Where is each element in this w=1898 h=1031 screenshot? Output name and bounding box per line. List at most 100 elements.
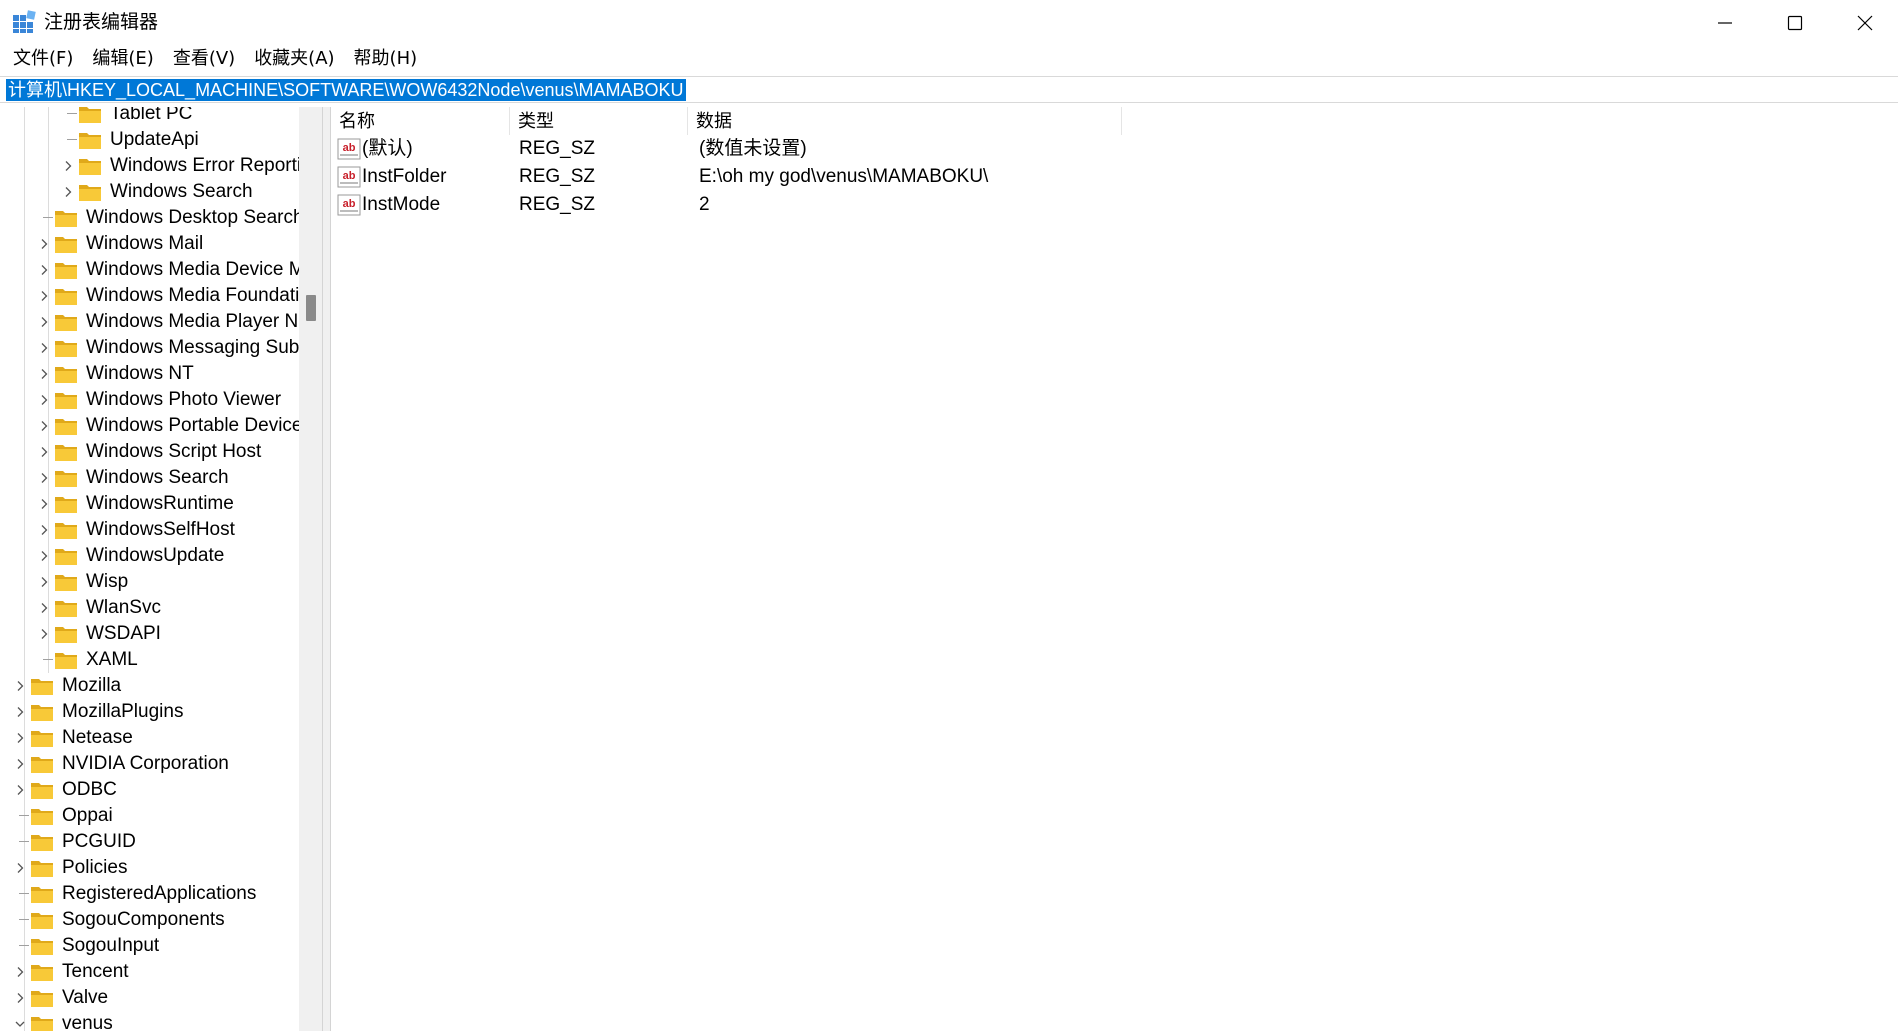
key-tree[interactable]: Tablet PC UpdateApi Windows Error Reportin… — [0, 107, 322, 1031]
tree-item-label: Windows Search — [110, 181, 253, 202]
tree-item[interactable]: SogouInput — [0, 933, 299, 959]
tree-item-label: Policies — [62, 857, 128, 878]
tree-item[interactable]: WSDAPI — [0, 621, 299, 647]
tree-item[interactable]: Windows Messaging Subsystem — [0, 335, 322, 361]
column-header-data[interactable]: 数据 — [688, 107, 1122, 135]
maximize-button[interactable] — [1760, 0, 1830, 46]
chevron-right-icon[interactable] — [37, 601, 51, 615]
chevron-right-icon[interactable] — [37, 341, 51, 355]
value-row[interactable]: ab InstMode REG_SZ 2 — [331, 191, 1231, 219]
tree-item[interactable]: NVIDIA Corporation — [0, 751, 299, 777]
chevron-right-icon[interactable] — [37, 497, 51, 511]
tree-item[interactable]: Windows Portable Devices — [0, 413, 312, 439]
chevron-right-icon[interactable] — [13, 679, 27, 693]
value-row[interactable]: ab InstFolder REG_SZ E:\oh my god\venus\MAM… — [331, 163, 1231, 191]
chevron-right-icon[interactable] — [13, 965, 27, 979]
chevron-right-icon[interactable] — [37, 237, 51, 251]
tree-item[interactable]: Valve — [0, 985, 299, 1011]
tree-item[interactable]: Netease — [0, 725, 299, 751]
tree-scrollbar[interactable] — [299, 107, 322, 1031]
tree-item[interactable]: WlanSvc — [0, 595, 299, 621]
tree-item-label: Tencent — [62, 961, 129, 982]
menu-favorites[interactable]: 收藏夹(A) — [247, 46, 346, 72]
chevron-right-icon[interactable] — [13, 783, 27, 797]
tree-item[interactable]: XAML — [0, 647, 299, 673]
minimize-button[interactable] — [1690, 0, 1760, 46]
tree-item[interactable]: Windows Error Reporting — [0, 153, 322, 179]
tree-connector — [67, 113, 77, 114]
chevron-right-icon[interactable] — [61, 185, 75, 199]
tree-item[interactable]: RegisteredApplications — [0, 881, 299, 907]
tree-item-label: venus — [62, 1013, 113, 1031]
tree-item[interactable]: Windows NT — [0, 361, 299, 387]
tree-item-label: WSDAPI — [86, 623, 161, 644]
tree-item[interactable]: Policies — [0, 855, 299, 881]
chevron-right-icon[interactable] — [37, 393, 51, 407]
chevron-right-icon[interactable] — [13, 757, 27, 771]
column-header-type[interactable]: 类型 — [510, 107, 688, 135]
tree-item-label: Wisp — [86, 571, 129, 592]
column-header-name[interactable]: 名称 — [331, 107, 510, 135]
tree-item[interactable]: Windows Mail — [0, 231, 299, 257]
chevron-right-icon[interactable] — [37, 471, 51, 485]
chevron-right-icon[interactable] — [37, 575, 51, 589]
tree-item[interactable]: Oppai — [0, 803, 299, 829]
chevron-right-icon[interactable] — [13, 705, 27, 719]
tree-item[interactable]: WindowsUpdate — [0, 543, 299, 569]
folder-icon — [55, 549, 77, 565]
tree-item-label: Windows Media Device Manager — [86, 259, 322, 280]
tree-item[interactable]: Windows Media Foundation — [0, 283, 320, 309]
maximize-icon — [1787, 15, 1803, 31]
tree-connector — [19, 815, 29, 816]
tree-item[interactable]: SogouComponents — [0, 907, 299, 933]
chevron-down-icon[interactable] — [13, 1017, 27, 1031]
chevron-right-icon[interactable] — [37, 523, 51, 537]
chevron-right-icon[interactable] — [37, 419, 51, 433]
tree-item[interactable]: Mozilla — [0, 673, 299, 699]
chevron-right-icon[interactable] — [37, 289, 51, 303]
chevron-right-icon[interactable] — [13, 991, 27, 1005]
menu-edit[interactable]: 编辑(E) — [85, 46, 165, 72]
tree-item[interactable]: venus — [0, 1011, 299, 1031]
tree-connector — [19, 893, 29, 894]
tree-item[interactable]: Tablet PC — [0, 107, 299, 127]
tree-item[interactable]: Tencent — [0, 959, 299, 985]
tree-item[interactable]: Windows Script Host — [0, 439, 299, 465]
chevron-right-icon[interactable] — [37, 367, 51, 381]
folder-icon — [55, 237, 77, 253]
chevron-right-icon[interactable] — [37, 263, 51, 277]
menu-view[interactable]: 查看(V) — [166, 46, 247, 72]
chevron-right-icon[interactable] — [13, 731, 27, 745]
address-path[interactable]: 计算机\HKEY_LOCAL_MACHINE\SOFTWARE\WOW6432N… — [6, 79, 686, 101]
chevron-right-icon[interactable] — [61, 159, 75, 173]
tree-item[interactable]: Windows Search — [0, 179, 299, 205]
chevron-right-icon[interactable] — [37, 549, 51, 563]
pane-splitter[interactable] — [322, 107, 331, 1031]
tree-item[interactable]: UpdateApi — [0, 127, 299, 153]
tree-item[interactable]: MozillaPlugins — [0, 699, 299, 725]
chevron-right-icon[interactable] — [37, 627, 51, 641]
tree-item[interactable]: ODBC — [0, 777, 299, 803]
tree-item[interactable]: Windows Desktop Search — [0, 205, 304, 231]
tree-item[interactable]: Windows Media Device Manager — [0, 257, 322, 283]
tree-item[interactable]: Windows Search — [0, 465, 299, 491]
chevron-right-icon[interactable] — [13, 861, 27, 875]
tree-item[interactable]: WindowsRuntime — [0, 491, 299, 517]
tree-item-label: PCGUID — [62, 831, 136, 852]
menu-help[interactable]: 帮助(H) — [347, 46, 430, 72]
folder-icon — [31, 809, 53, 825]
chevron-right-icon[interactable] — [37, 315, 51, 329]
close-button[interactable] — [1830, 0, 1898, 46]
tree-item[interactable]: WindowsSelfHost — [0, 517, 299, 543]
tree-item[interactable]: Wisp — [0, 569, 299, 595]
tree-item[interactable]: Windows Photo Viewer — [0, 387, 299, 413]
tree-scrollbar-thumb[interactable] — [306, 295, 316, 321]
tree-item[interactable]: PCGUID — [0, 829, 299, 855]
address-bar[interactable]: 计算机\HKEY_LOCAL_MACHINE\SOFTWARE\WOW6432N… — [0, 76, 1898, 103]
value-row[interactable]: ab (默认) REG_SZ (数值未设置) — [331, 135, 1231, 163]
title-bar[interactable]: 注册表编辑器 — [0, 0, 1898, 46]
folder-icon — [31, 861, 53, 877]
menu-file[interactable]: 文件(F) — [6, 46, 85, 72]
chevron-right-icon[interactable] — [37, 445, 51, 459]
tree-item[interactable]: Windows Media Player NSS — [0, 309, 322, 335]
